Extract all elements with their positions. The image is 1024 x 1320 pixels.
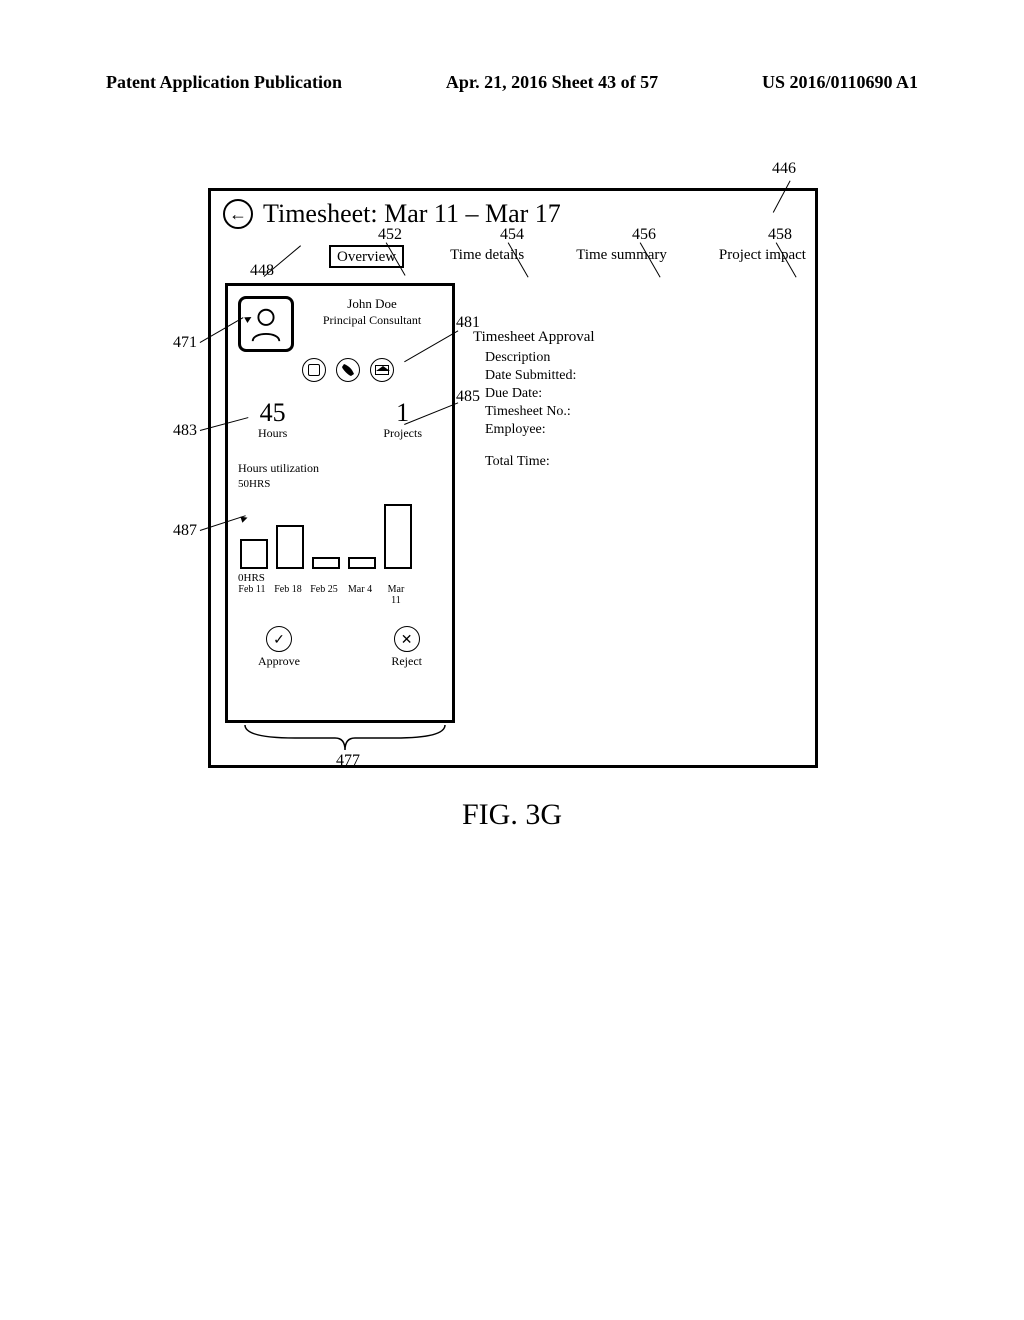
overview-heading: Timesheet Approval xyxy=(473,329,595,346)
user-role: Principal Consultant xyxy=(323,313,421,327)
x-axis-labels: Feb 11 Feb 18 Feb 25 Mar 4 Mar 11 xyxy=(238,584,442,606)
tab-time-summary[interactable]: Time summary xyxy=(570,245,673,268)
y-axis-min: 0HRS xyxy=(238,572,442,584)
bar xyxy=(240,539,268,569)
bar xyxy=(348,557,376,569)
ref-454: 454 xyxy=(500,226,524,244)
header-right: US 2016/0110690 A1 xyxy=(762,72,918,93)
figure-caption: FIG. 3G xyxy=(0,798,1024,832)
page-title: Timesheet: Mar 11 – Mar 17 xyxy=(263,199,561,229)
contact-icon-row xyxy=(302,358,442,382)
user-name: John Doe xyxy=(302,296,442,312)
ref-452: 452 xyxy=(378,226,402,244)
approve-label: Approve xyxy=(258,654,300,669)
ref-483: 483 xyxy=(173,422,197,440)
patent-sheet: Patent Application Publication Apr. 21, … xyxy=(0,0,1024,1320)
ref-485: 485 xyxy=(456,388,480,406)
y-axis-max: 50HRS xyxy=(238,478,442,490)
x-tick: Mar 4 xyxy=(346,584,374,606)
hours-label: Hours xyxy=(258,426,287,440)
mail-icon[interactable] xyxy=(370,358,394,382)
x-tick: Feb 25 xyxy=(310,584,338,606)
due-date-label: Due Date: xyxy=(473,386,595,402)
date-submitted-label: Date Submitted: xyxy=(473,368,595,384)
ref-481: 481 xyxy=(456,314,480,332)
back-icon[interactable]: ← xyxy=(223,199,253,229)
action-row: ✓ Approve ✕ Reject xyxy=(238,626,442,669)
hours-utilization-chart xyxy=(238,492,442,570)
ref-471: 471 xyxy=(173,334,197,352)
bar xyxy=(276,525,304,569)
chat-icon[interactable] xyxy=(302,358,326,382)
phone-icon[interactable] xyxy=(336,358,360,382)
projects-label: Projects xyxy=(383,426,422,440)
figure-frame: ← Timesheet: Mar 11 – Mar 17 Overview Ti… xyxy=(208,188,818,768)
ref-487: 487 xyxy=(173,522,197,540)
reject-button[interactable]: ✕ Reject xyxy=(391,626,422,669)
ref-458: 458 xyxy=(768,226,792,244)
ref-456: 456 xyxy=(632,226,656,244)
header-mid: Apr. 21, 2016 Sheet 43 of 57 xyxy=(446,72,658,93)
user-card: John Doe Principal Consultant 45 Hours xyxy=(225,283,455,723)
overview-panel: Timesheet Approval Description Date Subm… xyxy=(473,329,595,472)
x-icon: ✕ xyxy=(394,626,420,652)
header-left: Patent Application Publication xyxy=(106,72,342,93)
projects-value: 1 xyxy=(383,400,422,426)
util-title: Hours utilization xyxy=(238,461,442,476)
user-header: John Doe Principal Consultant xyxy=(238,296,442,352)
approve-button[interactable]: ✓ Approve xyxy=(258,626,300,669)
reject-label: Reject xyxy=(391,654,422,669)
check-icon: ✓ xyxy=(266,626,292,652)
bar xyxy=(312,557,340,569)
x-tick: Feb 18 xyxy=(274,584,302,606)
ref-477: 477 xyxy=(336,752,360,770)
ref-446: 446 xyxy=(772,160,796,178)
x-tick: Mar 11 xyxy=(382,584,410,606)
hours-stat: 45 Hours xyxy=(258,400,287,441)
bar xyxy=(384,504,412,569)
employee-label: Employee: xyxy=(473,422,595,438)
total-time-label: Total Time: xyxy=(473,454,595,470)
hours-value: 45 xyxy=(258,400,287,426)
x-tick: Feb 11 xyxy=(238,584,266,606)
avatar xyxy=(238,296,294,352)
timesheet-no-label: Timesheet No.: xyxy=(473,404,595,420)
patent-header: Patent Application Publication Apr. 21, … xyxy=(0,72,1024,93)
description-label: Description xyxy=(473,350,595,366)
tab-project-impact[interactable]: Project impact xyxy=(713,245,812,268)
projects-stat: 1 Projects xyxy=(383,400,422,441)
tab-row: Overview Time details Time summary Proje… xyxy=(329,245,815,268)
